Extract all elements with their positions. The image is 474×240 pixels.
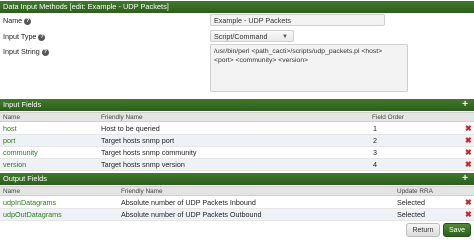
table-row: version Target hosts snmp version 4 ✖ — [0, 159, 474, 171]
input-fields-title: Input Fields — [3, 100, 42, 109]
page-header: Data Input Methods [edit: Example - UDP … — [0, 1, 474, 13]
add-output-field-icon[interactable]: + — [462, 173, 468, 185]
delete-icon[interactable]: ✖ — [465, 209, 472, 221]
input-field-name-link[interactable]: community — [3, 147, 38, 159]
friendly-name: Absolute number of UDP Packets Inbound — [121, 198, 256, 207]
save-button[interactable]: Save — [443, 223, 471, 237]
name-input[interactable]: Example - UDP Packets — [210, 14, 385, 26]
friendly-name: Host to be queried — [101, 124, 160, 133]
column-friendly-name[interactable]: Friendly Name — [121, 187, 163, 196]
help-icon[interactable]: ? — [41, 48, 49, 56]
friendly-name: Target hosts snmp community — [101, 148, 197, 157]
delete-icon[interactable]: ✖ — [465, 159, 472, 171]
input-string-label: Input String — [3, 47, 40, 56]
field-order: 4 — [373, 160, 377, 169]
add-input-field-icon[interactable]: + — [462, 99, 468, 111]
delete-icon[interactable]: ✖ — [465, 123, 472, 135]
name-row: Name? Example - UDP Packets — [0, 14, 474, 27]
chevron-down-icon: ▼ — [282, 34, 288, 40]
input-field-name-link[interactable]: port — [3, 135, 15, 147]
help-icon[interactable]: ? — [38, 33, 46, 41]
update-rra: Selected — [397, 210, 425, 219]
input-fields-header: Input Fields + — [0, 99, 474, 111]
help-icon[interactable]: ? — [24, 17, 32, 25]
friendly-name: Target hosts snmp version — [101, 160, 185, 169]
input-string-textarea[interactable]: /usr/bin/perl <path_cacti>/scripts/udp_p… — [210, 44, 408, 92]
page-title: Data Input Methods [edit: Example - UDP … — [3, 2, 169, 11]
return-button[interactable]: Return — [406, 223, 440, 237]
input-string-line: <port> <community> <version> — [214, 57, 309, 64]
field-order: 2 — [373, 136, 377, 145]
input-type-select[interactable]: Script/Command ▼ — [210, 30, 294, 42]
output-fields-column-header: Name Friendly Name Update RRA — [0, 186, 474, 196]
input-field-name-link[interactable]: version — [3, 159, 26, 171]
field-order: 1 — [373, 124, 377, 133]
input-fields-column-header: Name Friendly Name Field Order — [0, 112, 474, 122]
output-fields-title: Output Fields — [3, 174, 47, 183]
column-name[interactable]: Name — [3, 187, 20, 196]
input-type-value: Script/Command — [214, 32, 268, 41]
delete-icon[interactable]: ✖ — [465, 135, 472, 147]
column-name[interactable]: Name — [3, 113, 20, 122]
output-field-name-link[interactable]: udpOutDatagrams — [3, 209, 62, 221]
input-field-name-link[interactable]: host — [3, 123, 17, 135]
table-row: port Target hosts snmp port 2 ✖ — [0, 135, 474, 147]
friendly-name: Target hosts snmp port — [101, 136, 175, 145]
column-field-order[interactable]: Field Order — [372, 113, 404, 122]
input-type-row: Input Type? Script/Command ▼ — [0, 30, 474, 43]
output-fields-header: Output Fields + — [0, 173, 474, 185]
update-rra: Selected — [397, 198, 425, 207]
table-row: udpInDatagrams Absolute number of UDP Pa… — [0, 197, 474, 209]
table-row: udpOutDatagrams Absolute number of UDP P… — [0, 209, 474, 221]
input-string-row: Input String? /usr/bin/perl <path_cacti>… — [0, 44, 474, 94]
table-row: host Host to be queried 1 ✖ — [0, 123, 474, 135]
input-type-label: Input Type — [3, 32, 37, 41]
friendly-name: Absolute number of UDP Packets Outbound — [121, 210, 262, 219]
column-friendly-name[interactable]: Friendly Name — [101, 113, 143, 122]
name-label: Name — [3, 16, 23, 25]
table-row: community Target hosts snmp community 3 … — [0, 147, 474, 159]
input-string-line: /usr/bin/perl <path_cacti>/scripts/udp_p… — [214, 48, 383, 55]
output-field-name-link[interactable]: udpInDatagrams — [3, 197, 56, 209]
delete-icon[interactable]: ✖ — [465, 147, 472, 159]
delete-icon[interactable]: ✖ — [465, 197, 472, 209]
field-order: 3 — [373, 148, 377, 157]
column-update-rra[interactable]: Update RRA — [397, 187, 433, 196]
